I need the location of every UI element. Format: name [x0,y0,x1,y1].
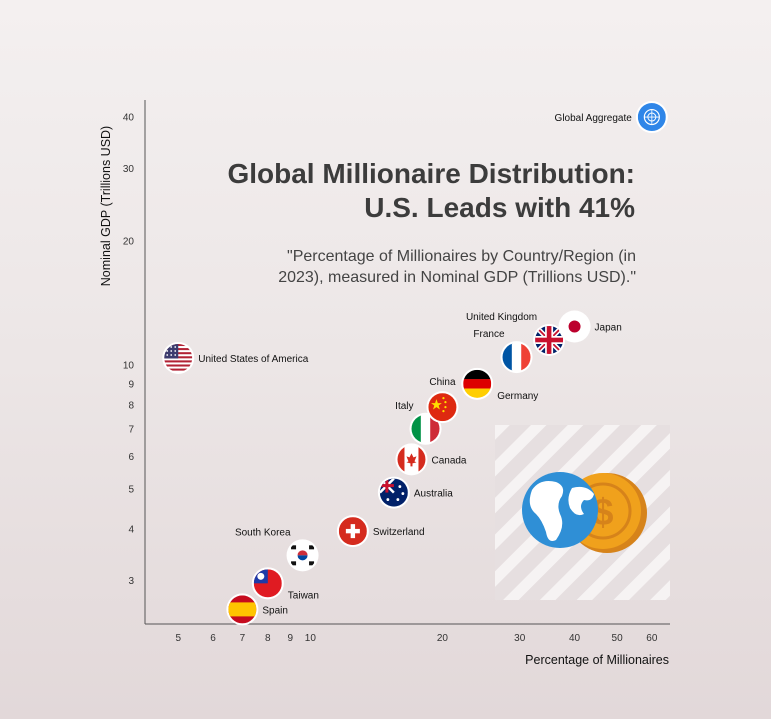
x-tick-label: 8 [265,633,271,644]
data-point-spain: Spain [226,593,288,626]
x-tick-label: 6 [210,633,216,644]
x-tick-labels: 5 6 7 8 9 10 20 30 40 50 60 [175,633,657,644]
japan-flag-icon [560,312,589,341]
un-flag-icon [637,103,666,132]
point-label: China [429,377,456,388]
data-point-canada: Canada [395,443,467,476]
y-tick-labels: 3 4 5 6 7 8 9 10 20 30 40 [123,113,135,587]
x-tick-label: 60 [646,633,658,644]
y-tick-label: 7 [128,424,134,435]
switzerland-flag-icon [338,517,367,546]
y-tick-label: 20 [123,237,135,248]
scatter-chart: $ 5 6 7 8 9 10 20 30 40 50 60 3 4 5 6 7 8 9 10 20 30 40 Perc… [99,100,670,667]
point-label: Switzerland [373,527,425,538]
point-label: South Korea [235,527,291,538]
data-point-south-korea: South Korea [235,527,319,572]
globe-and-dollar-coin-icon: $ [495,425,670,600]
y-tick-label: 4 [128,524,134,535]
point-label: Australia [414,489,453,500]
china-flag-icon [428,393,457,422]
uk-flag-icon [535,325,564,354]
x-tick-label: 9 [287,633,293,644]
point-label: Spain [262,605,288,616]
point-label: Italy [395,401,413,412]
point-label: United Kingdom [466,312,537,323]
spain-flag-icon [228,595,257,624]
x-tick-label: 7 [240,633,246,644]
y-tick-label: 9 [128,379,134,390]
usa-flag-icon [164,343,193,372]
data-point-taiwan: Taiwan [251,567,319,601]
y-tick-label: 8 [128,400,134,411]
x-tick-label: 5 [175,633,181,644]
data-point-un: Global Aggregate [555,101,668,134]
point-label: United States of America [198,354,308,365]
canada-flag-icon [397,445,426,474]
y-axis-title: Nominal GDP (Trillions USD) [99,126,113,286]
data-point-switzerland: Switzerland [336,515,425,548]
point-label: Global Aggregate [555,113,633,124]
point-label: Japan [595,323,622,334]
data-point-china: China [426,377,459,424]
x-axis-title: Percentage of Millionaires [525,653,669,667]
y-tick-label: 30 [123,164,135,175]
y-tick-label: 3 [128,576,134,587]
data-point-japan: Japan [558,310,622,343]
data-point-germany: Germany [461,367,538,402]
y-tick-label: 40 [123,113,135,124]
y-tick-label: 6 [128,452,134,463]
south-korea-flag-icon [288,541,317,570]
point-label: Germany [497,391,538,402]
y-tick-label: 5 [128,484,134,495]
x-tick-label: 40 [569,633,581,644]
point-label: Taiwan [288,590,319,601]
y-tick-label: 10 [123,360,135,371]
data-point-france: France [473,329,533,374]
data-point-usa: United States of America [162,341,309,374]
x-tick-label: 30 [514,633,526,644]
point-label: France [473,329,505,340]
taiwan-flag-icon [253,569,282,598]
x-tick-label: 20 [437,633,449,644]
data-point-australia: Australia [377,476,453,509]
point-label: Canada [431,455,466,466]
australia-flag-icon [379,478,408,507]
x-tick-label: 10 [305,633,317,644]
x-tick-label: 50 [612,633,624,644]
